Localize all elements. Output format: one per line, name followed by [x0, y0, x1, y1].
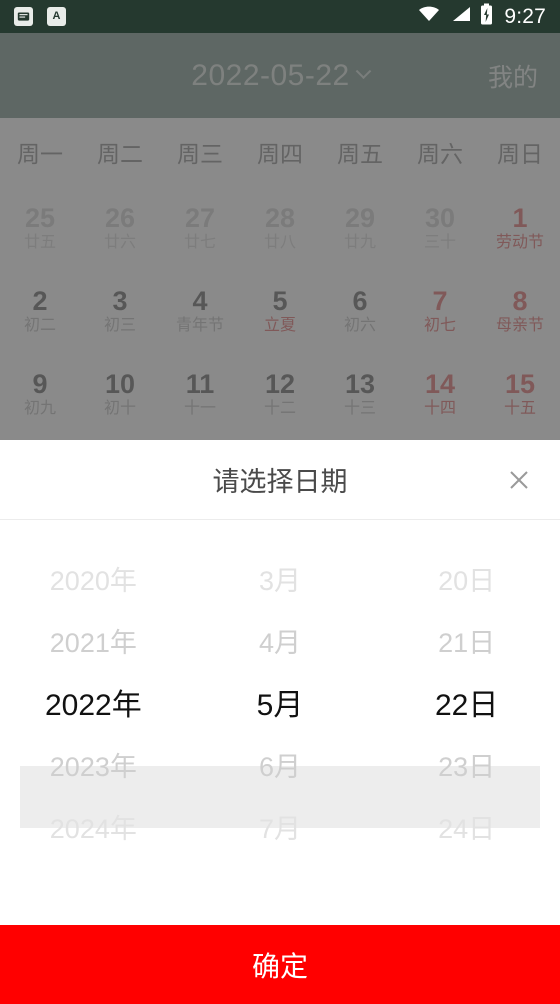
- wifi-icon: [417, 4, 441, 29]
- picker-option-day[interactable]: 20日: [373, 547, 560, 609]
- picker-column-month[interactable]: 3月 4月 5月 6月 7月: [187, 547, 374, 925]
- picker-option-year-selected[interactable]: 2022年: [0, 671, 187, 733]
- status-bar-clock: 9:27: [504, 5, 546, 28]
- picker-option-month[interactable]: 6月: [187, 733, 374, 795]
- picker-option-month[interactable]: 7月: [187, 795, 374, 857]
- picker-option-year[interactable]: 2024年: [0, 795, 187, 857]
- picker-option-year[interactable]: 2020年: [0, 547, 187, 609]
- date-picker-sheet: 请选择日期 2020年 2021年 2022年 2023年 2024年 3月 4…: [0, 440, 560, 1004]
- picker-option-day[interactable]: 24日: [373, 795, 560, 857]
- app-notification-icon: [14, 7, 33, 26]
- picker-option-year[interactable]: 2021年: [0, 609, 187, 671]
- picker-option-month[interactable]: 3月: [187, 547, 374, 609]
- status-bar-right-icons: 9:27: [417, 3, 546, 30]
- date-picker-wheels[interactable]: 2020年 2021年 2022年 2023年 2024年 3月 4月 5月 6…: [0, 520, 560, 925]
- confirm-button[interactable]: 确定: [0, 925, 560, 1004]
- picker-option-day-selected[interactable]: 22日: [373, 671, 560, 733]
- status-bar-left-icons: A: [14, 7, 66, 26]
- status-bar: A 9:27: [0, 0, 560, 33]
- cellular-signal-icon: [450, 4, 471, 29]
- picker-column-year[interactable]: 2020年 2021年 2022年 2023年 2024年: [0, 547, 187, 925]
- picker-column-day[interactable]: 20日 21日 22日 23日 24日: [373, 547, 560, 925]
- battery-charging-icon: [480, 3, 493, 30]
- picker-option-year[interactable]: 2023年: [0, 733, 187, 795]
- close-icon[interactable]: [502, 463, 536, 497]
- picker-option-month-selected[interactable]: 5月: [187, 671, 374, 733]
- picker-option-day[interactable]: 21日: [373, 609, 560, 671]
- date-picker-title: 请选择日期: [212, 467, 348, 497]
- picker-option-month[interactable]: 4月: [187, 609, 374, 671]
- date-picker-header: 请选择日期: [0, 440, 560, 520]
- keyboard-input-icon: A: [47, 7, 66, 26]
- phone-screen: A 9:27 请选择日期 2020年 2021年 2022年 2023年 202…: [0, 0, 560, 1004]
- picker-option-day[interactable]: 23日: [373, 733, 560, 795]
